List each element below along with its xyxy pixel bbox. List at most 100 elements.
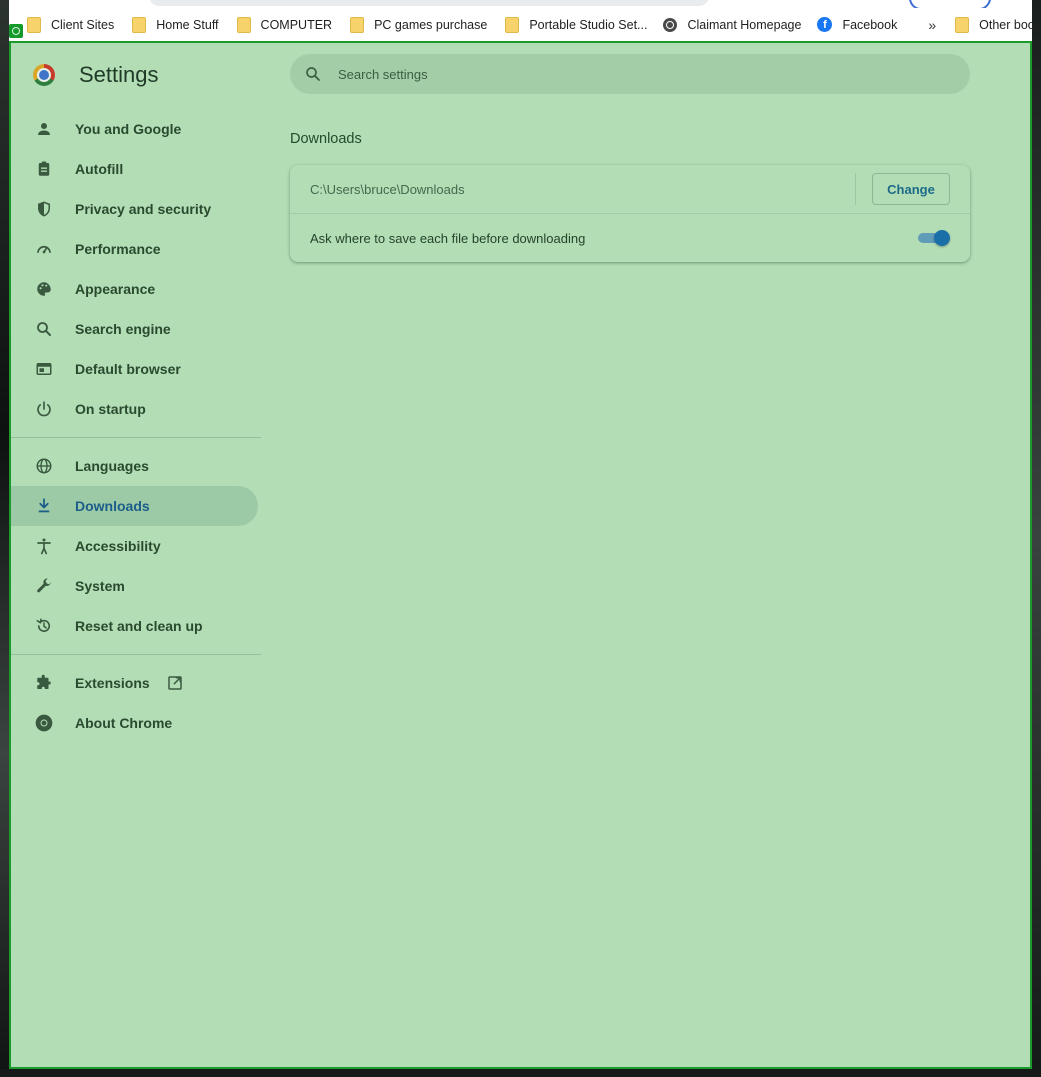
browser-toolbar — [9, 0, 1032, 8]
ask-where-to-save-toggle[interactable] — [918, 230, 950, 246]
sidebar-item-label: On startup — [75, 401, 146, 417]
ask-where-to-save-row[interactable]: Ask where to save each file before downl… — [290, 213, 970, 262]
bookmark-label: Claimant Homepage — [687, 17, 802, 32]
wrench-icon — [34, 576, 54, 596]
other-bookmarks[interactable]: Other bookmarks — [955, 8, 1041, 41]
bookmark-label: COMPUTER — [260, 17, 333, 32]
globe-icon — [663, 17, 678, 32]
desktop-background-bottom — [0, 1069, 1041, 1077]
sidebar-item-on-startup[interactable]: On startup — [11, 389, 258, 429]
ask-where-to-save-label: Ask where to save each file before downl… — [310, 230, 586, 246]
sidebar-item-default-browser[interactable]: Default browser — [11, 349, 258, 389]
sidebar-item-label: Reset and clean up — [75, 618, 203, 634]
person-icon — [34, 119, 54, 139]
sidebar-item-system[interactable]: System — [11, 566, 258, 606]
bookmark-client-sites[interactable]: Client Sites — [27, 8, 114, 41]
browser-window-icon — [34, 359, 54, 379]
sidebar-item-label: Languages — [75, 458, 149, 474]
sidebar-item-label: Privacy and security — [75, 201, 212, 217]
bookmarks-bar: Client Sites Home Stuff COMPUTER PC game… — [9, 8, 1041, 41]
settings-page: Settings You and Google Autofill Privacy… — [9, 41, 1032, 1069]
bookmark-label: Home Stuff — [156, 17, 219, 32]
clipboard-icon — [34, 159, 54, 179]
sidebar-item-search-engine[interactable]: Search engine — [11, 309, 258, 349]
sidebar-item-autofill[interactable]: Autofill — [11, 149, 258, 189]
sidebar-item-appearance[interactable]: Appearance — [11, 269, 258, 309]
sidebar-item-label: Search engine — [75, 321, 171, 337]
change-location-button[interactable]: Change — [872, 173, 950, 205]
sidebar-item-label: Appearance — [75, 281, 156, 297]
sidebar-item-languages[interactable]: Languages — [11, 446, 258, 486]
sidebar-item-label: System — [75, 578, 125, 594]
folder-icon — [350, 16, 365, 33]
folder-icon — [27, 16, 41, 33]
sidebar-item-you-and-google[interactable]: You and Google — [11, 109, 258, 149]
extension-overlay-icon — [9, 24, 23, 38]
search-settings-box[interactable] — [290, 54, 970, 94]
folder-icon — [132, 16, 147, 33]
sidebar-divider — [11, 654, 261, 655]
puzzle-icon — [34, 673, 54, 693]
sidebar-item-label: Default browser — [75, 361, 181, 377]
sidebar-item-label: You and Google — [75, 121, 182, 137]
speedometer-icon — [34, 239, 54, 259]
bookmark-label: Portable Studio Set... — [529, 17, 648, 32]
search-icon — [306, 67, 320, 81]
bookmark-computer[interactable]: COMPUTER — [236, 8, 333, 41]
address-bar[interactable] — [149, 0, 709, 6]
download-icon — [34, 496, 54, 516]
bookmark-label: Facebook — [842, 17, 898, 32]
sidebar-item-label: Performance — [75, 241, 161, 257]
sidebar-item-extensions[interactable]: Extensions — [11, 663, 258, 703]
accessibility-icon — [34, 536, 54, 556]
sidebar-item-label: Extensions — [75, 675, 150, 691]
bookmark-label: Other bookmarks — [979, 17, 1041, 32]
restore-icon — [34, 616, 54, 636]
download-location-row: C:\Users\bruce\Downloads Change — [290, 165, 970, 213]
row-divider — [855, 173, 856, 205]
search-input[interactable] — [336, 65, 920, 83]
bookmark-label: Client Sites — [51, 17, 115, 32]
sidebar-item-label: Accessibility — [75, 538, 161, 554]
chrome-logo-icon — [33, 64, 55, 86]
bookmark-claimant-homepage[interactable]: Claimant Homepage — [663, 8, 801, 41]
sidebar-item-label: About Chrome — [75, 715, 173, 731]
download-location-path: C:\Users\bruce\Downloads — [310, 181, 465, 197]
sidebar-item-label: Downloads — [75, 498, 150, 514]
sidebar-divider — [11, 437, 261, 438]
chevron-double-right-icon: » — [928, 16, 937, 33]
folder-icon — [955, 16, 970, 33]
sidebar-item-about-chrome[interactable]: About Chrome — [11, 703, 258, 743]
bookmark-pc-games-purchase[interactable]: PC games purchase — [350, 8, 487, 41]
power-icon — [34, 399, 54, 419]
sidebar-item-accessibility[interactable]: Accessibility — [11, 526, 258, 566]
chrome-icon — [34, 713, 54, 733]
globe-icon — [34, 456, 54, 476]
downloads-settings-card: C:\Users\bruce\Downloads Change Ask wher… — [290, 165, 970, 262]
bookmark-label: PC games purchase — [374, 17, 488, 32]
sidebar-item-performance[interactable]: Performance — [11, 229, 258, 269]
desktop-background-left — [0, 0, 9, 1077]
sidebar-item-reset-and-clean-up[interactable]: Reset and clean up — [11, 606, 258, 646]
open-in-new-icon — [166, 674, 184, 692]
bookmark-home-stuff[interactable]: Home Stuff — [132, 8, 219, 41]
settings-sidebar: You and Google Autofill Privacy and secu… — [11, 109, 271, 743]
desktop-background-right — [1032, 0, 1041, 1077]
palette-icon — [34, 279, 54, 299]
page-title: Settings — [79, 62, 159, 87]
bookmark-portable-studio[interactable]: Portable Studio Set... — [505, 8, 647, 41]
facebook-icon: f — [817, 17, 833, 32]
shield-icon — [34, 199, 54, 219]
bookmark-facebook[interactable]: f Facebook — [817, 8, 897, 41]
settings-header: Settings — [33, 62, 159, 88]
sidebar-item-label: Autofill — [75, 161, 124, 177]
search-icon — [34, 319, 54, 339]
bookmarks-overflow-button[interactable]: » — [928, 8, 936, 41]
folder-icon — [505, 16, 520, 33]
profile-button[interactable] — [909, 0, 991, 8]
sidebar-item-privacy-and-security[interactable]: Privacy and security — [11, 189, 258, 229]
toggle-knob — [934, 230, 950, 246]
folder-icon — [236, 16, 251, 33]
section-title-downloads: Downloads — [290, 131, 362, 147]
sidebar-item-downloads[interactable]: Downloads — [11, 486, 258, 526]
